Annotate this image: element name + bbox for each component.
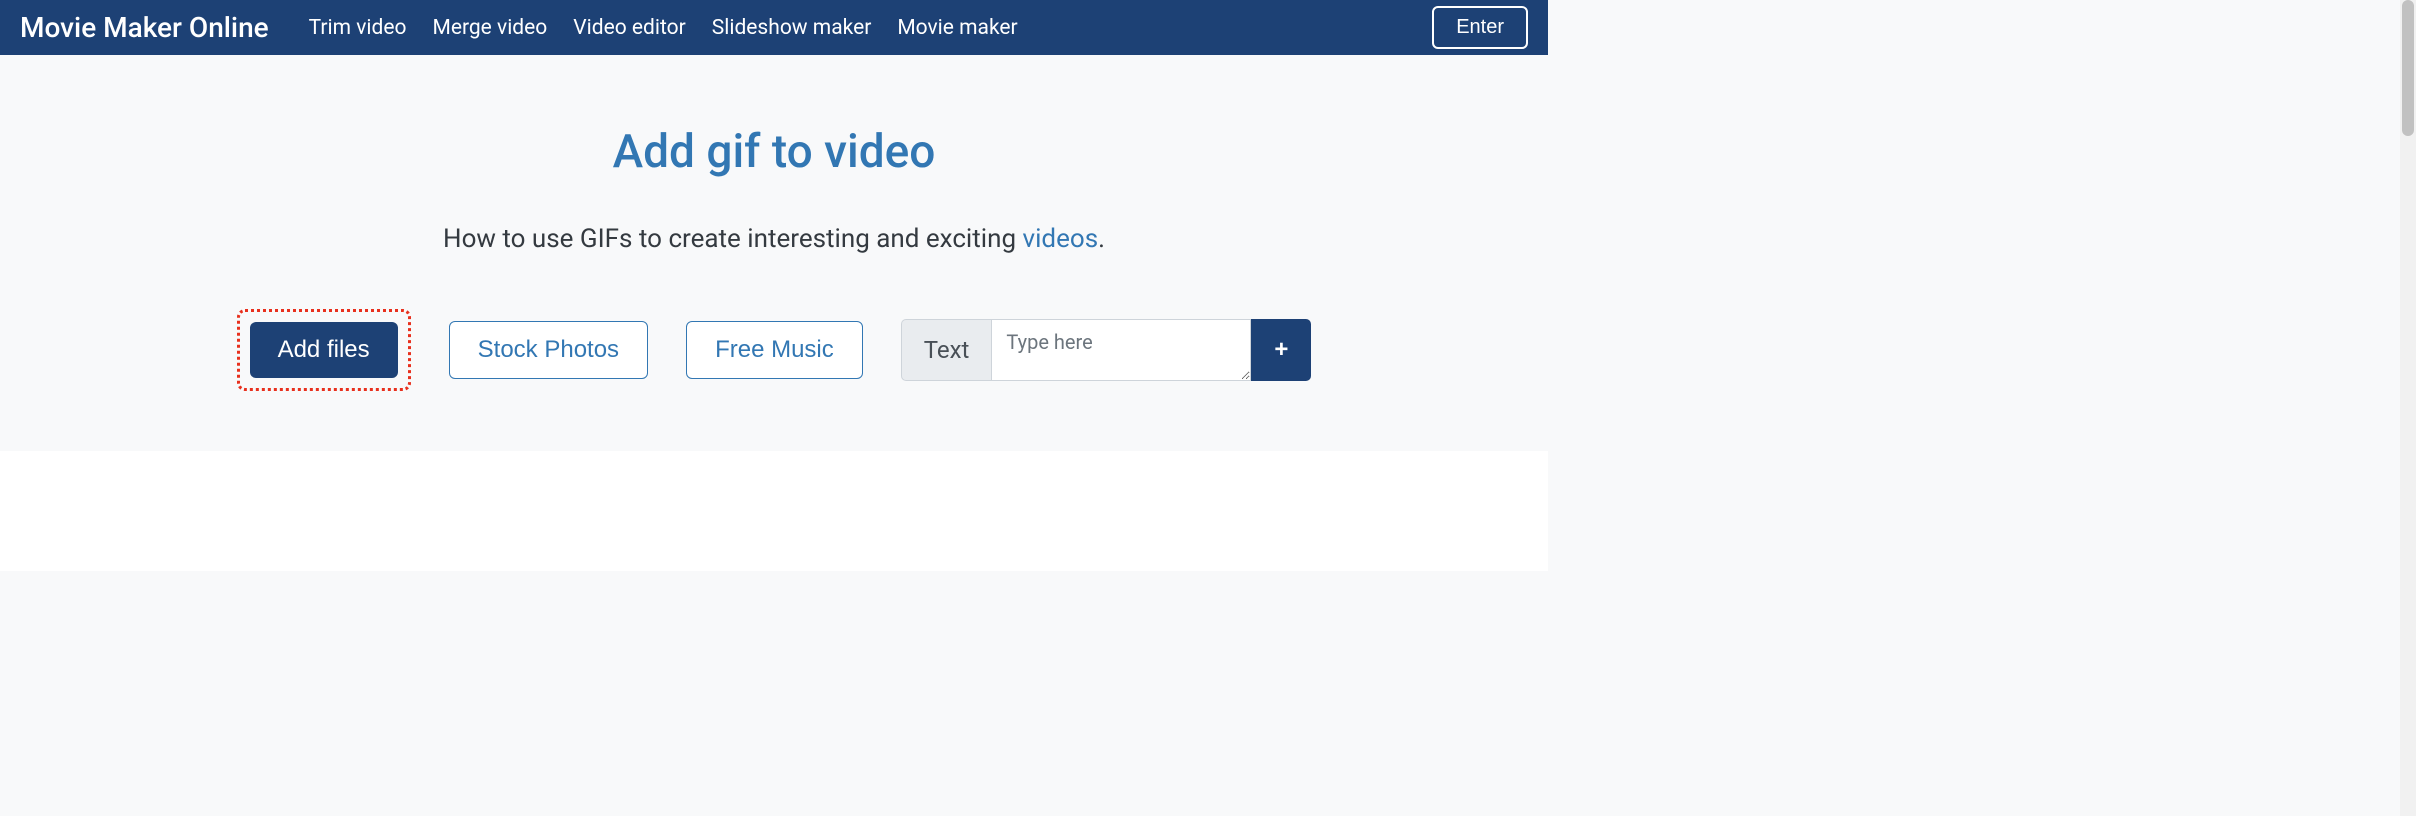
page-subtitle: How to use GIFs to create interesting an… xyxy=(20,224,1528,254)
nav-link-merge-video[interactable]: Merge video xyxy=(433,16,548,40)
scrollbar-track[interactable] xyxy=(2400,0,2416,816)
navbar-left: Movie Maker Online Trim video Merge vide… xyxy=(20,11,1018,44)
free-music-button[interactable]: Free Music xyxy=(686,321,863,379)
subtitle-text-after: . xyxy=(1098,224,1105,254)
nav-link-movie-maker[interactable]: Movie maker xyxy=(897,16,1017,40)
navbar: Movie Maker Online Trim video Merge vide… xyxy=(0,0,1548,55)
enter-button[interactable]: Enter xyxy=(1432,6,1528,49)
page-title: Add gif to video xyxy=(20,125,1528,179)
below-section xyxy=(0,451,1548,571)
main-content: Add gif to video How to use GIFs to crea… xyxy=(0,55,1548,451)
subtitle-text-before: How to use GIFs to create interesting an… xyxy=(443,224,1022,254)
nav-links: Trim video Merge video Video editor Slid… xyxy=(309,16,1018,40)
text-input-group: Text + xyxy=(901,319,1312,381)
nav-link-slideshow-maker[interactable]: Slideshow maker xyxy=(712,16,872,40)
stock-photos-button[interactable]: Stock Photos xyxy=(449,321,648,379)
scrollbar-thumb[interactable] xyxy=(2402,0,2414,136)
text-input[interactable] xyxy=(991,319,1251,381)
brand-logo[interactable]: Movie Maker Online xyxy=(20,11,269,44)
add-files-button[interactable]: Add files xyxy=(250,322,398,378)
add-text-button[interactable]: + xyxy=(1251,319,1311,381)
add-files-highlight: Add files xyxy=(237,309,411,391)
action-button-row: Add files Stock Photos Free Music Text + xyxy=(20,309,1528,391)
nav-link-video-editor[interactable]: Video editor xyxy=(573,16,686,40)
nav-link-trim-video[interactable]: Trim video xyxy=(309,16,407,40)
text-label: Text xyxy=(901,319,992,381)
subtitle-link-videos[interactable]: videos xyxy=(1023,224,1099,254)
